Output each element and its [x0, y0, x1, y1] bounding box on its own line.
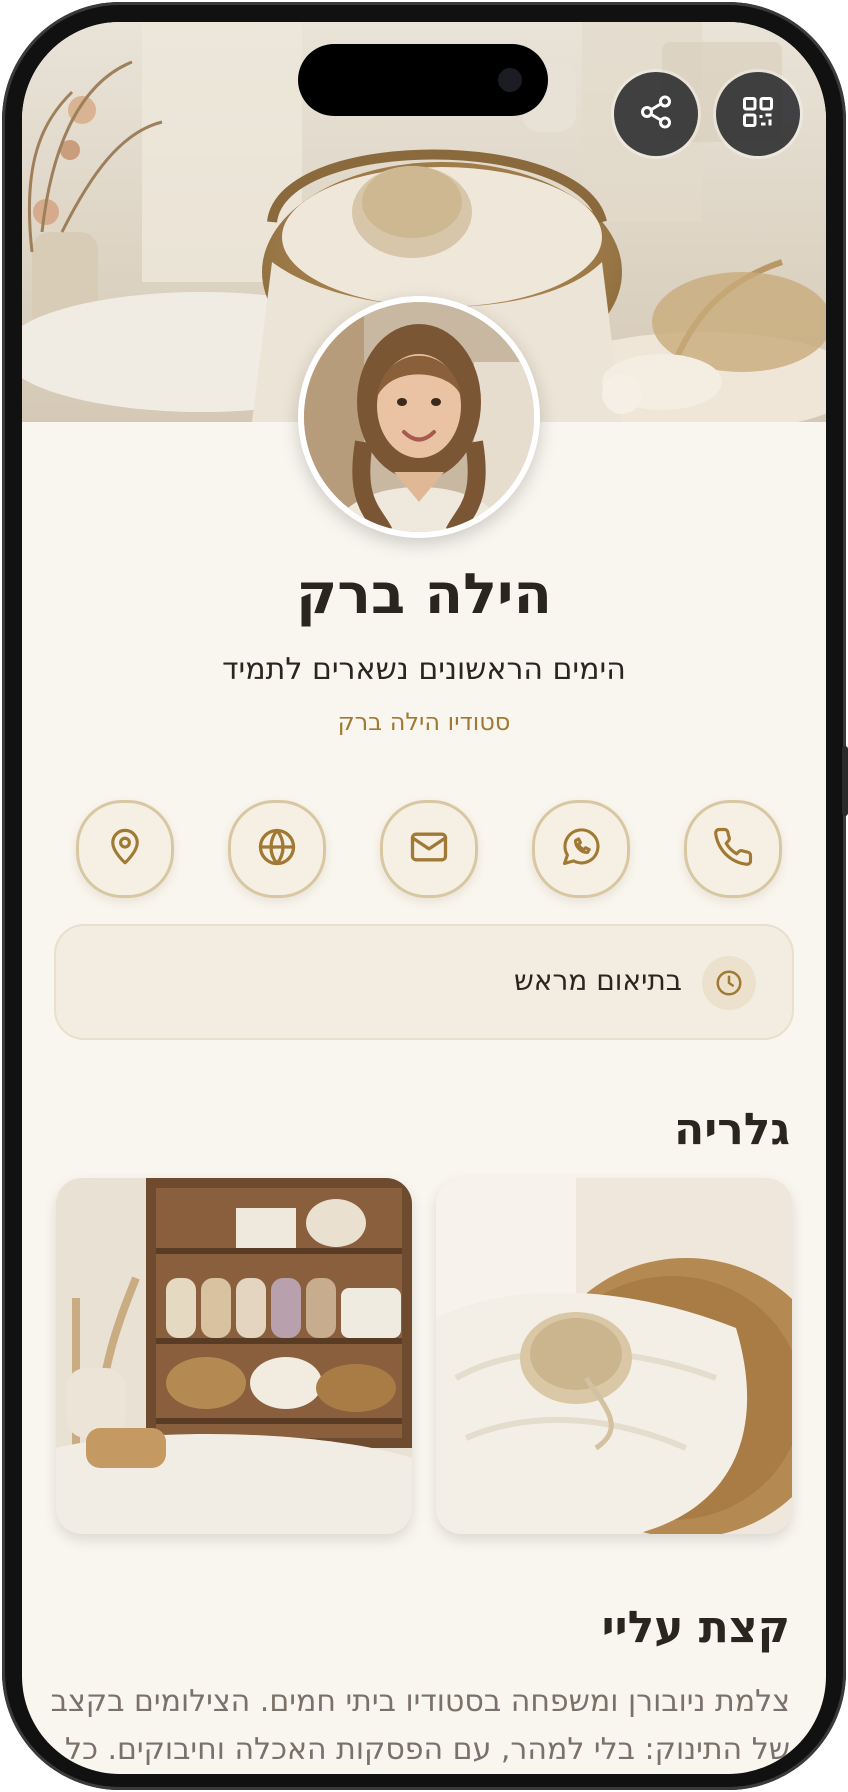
whatsapp-icon — [559, 825, 603, 873]
mail-icon — [407, 825, 451, 873]
profile-name: הילה ברק — [296, 562, 552, 627]
about-line: של התינוק: בלי למהר, עם הפסקות האכלה וחי… — [65, 1732, 790, 1767]
phone-frame: הילה ברק הימים הראשונים נשארים לתמיד סטו… — [0, 0, 848, 1792]
opening-hours-card: בתיאום מראש — [54, 924, 794, 1040]
whatsapp-button[interactable] — [532, 800, 630, 898]
share-icon — [638, 94, 674, 134]
share-button[interactable] — [614, 72, 698, 156]
side-button — [842, 746, 848, 816]
gallery-title: גלריה — [674, 1104, 790, 1155]
website-button[interactable] — [228, 800, 326, 898]
contact-actions — [68, 800, 782, 898]
clock-icon — [702, 956, 756, 1010]
gallery-image-1[interactable] — [436, 1178, 792, 1534]
opening-hours-text: בתיאום מראש — [513, 964, 682, 997]
qr-code-icon — [740, 94, 776, 134]
location-button[interactable] — [76, 800, 174, 898]
location-pin-icon — [104, 826, 146, 872]
email-button[interactable] — [380, 800, 478, 898]
call-button[interactable] — [684, 800, 782, 898]
gallery-image-2[interactable] — [56, 1178, 412, 1534]
about-text: צלמת ניובורן ומשפחה בסטודיו ביתי חמים. ה… — [30, 1678, 790, 1774]
profile-tagline: הימים הראשונים נשארים לתמיד — [222, 652, 626, 687]
about-title: קצת עליי — [601, 1602, 790, 1653]
about-line: צלמת ניובורן ומשפחה בסטודיו ביתי חמים. ה… — [50, 1684, 790, 1719]
phone-icon — [712, 826, 754, 872]
camera-icon — [498, 68, 522, 92]
studio-name: סטודיו הילה ברק — [337, 708, 511, 736]
avatar-photo — [304, 302, 534, 532]
dynamic-island — [298, 44, 548, 116]
screen: הילה ברק הימים הראשונים נשארים לתמיד סטו… — [22, 22, 826, 1774]
qr-code-button[interactable] — [716, 72, 800, 156]
avatar — [298, 296, 540, 538]
globe-icon — [255, 825, 299, 873]
